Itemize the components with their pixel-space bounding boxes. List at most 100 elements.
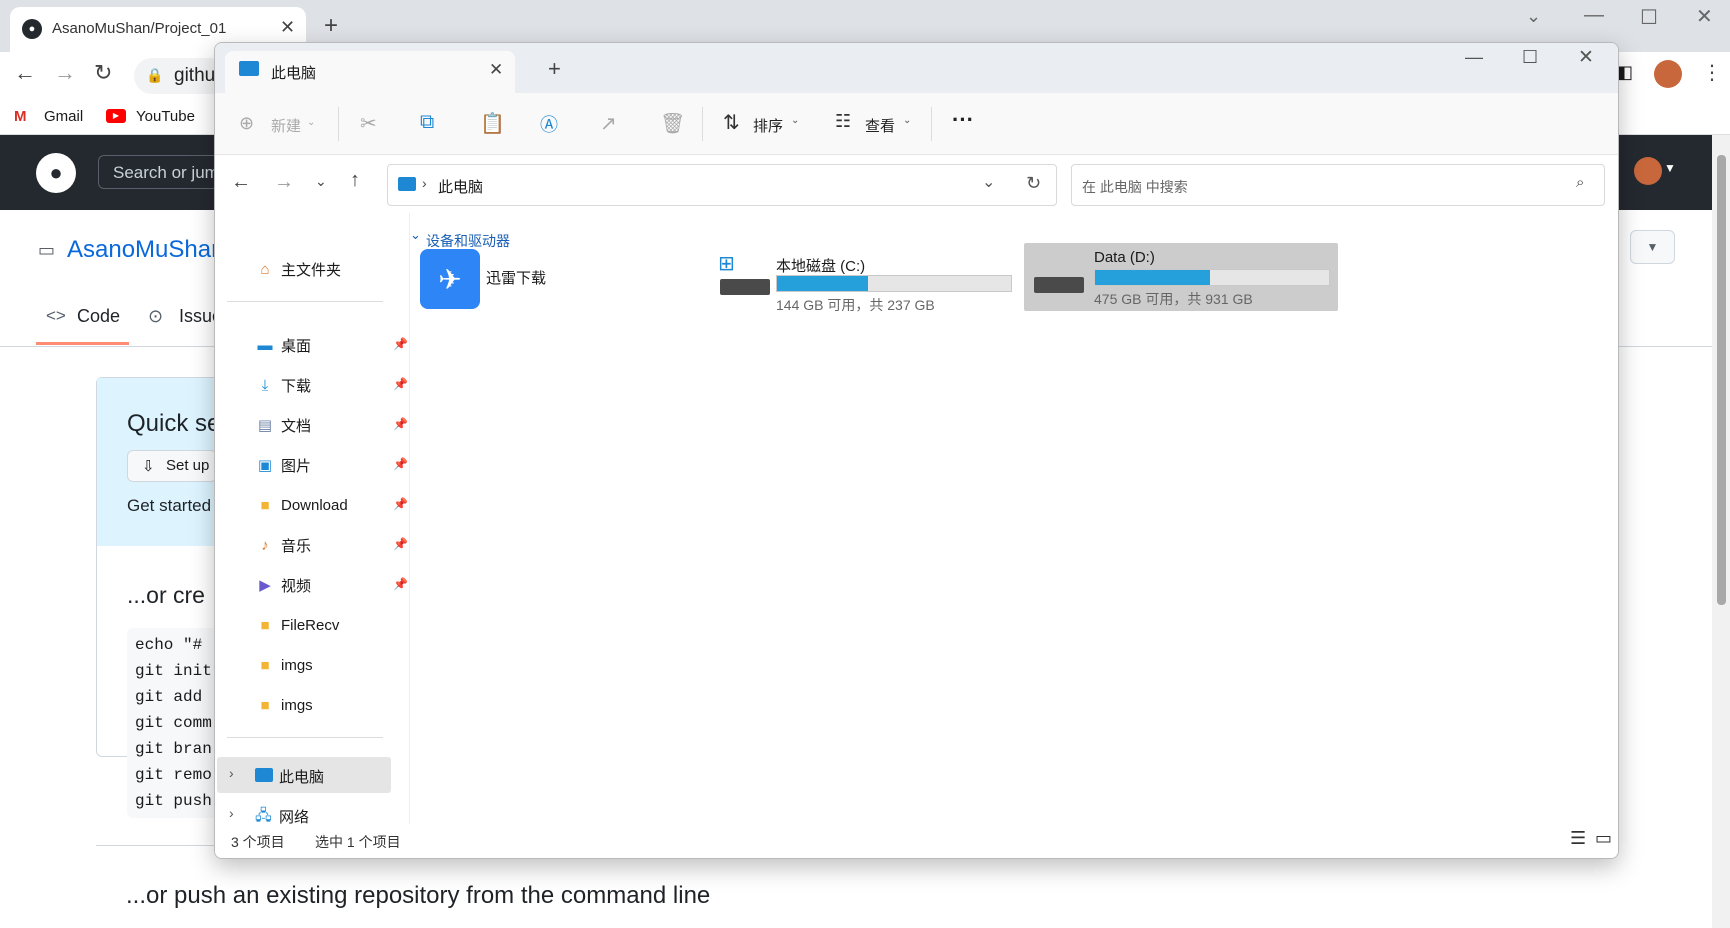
cut-icon[interactable]: ✂ <box>360 111 377 136</box>
music-icon: ♪ <box>261 536 269 554</box>
nav-item-filerecv[interactable]: ■ FileRecv <box>255 607 339 643</box>
forward-icon[interactable]: → <box>274 171 294 194</box>
search-input[interactable]: 在 此电脑 中搜索 ⌕ <box>1071 164 1605 206</box>
up-icon[interactable]: ↑ <box>350 169 360 192</box>
delete-icon[interactable]: 🗑 <box>660 111 685 136</box>
reload-icon[interactable]: ↻ <box>94 60 112 86</box>
bookmark-gmail[interactable]: Gmail <box>44 108 83 125</box>
nav-item-music[interactable]: ♪ 音乐 <box>255 527 311 563</box>
repo-icon: ▭ <box>38 240 56 260</box>
pin-icon[interactable]: 📌 <box>393 537 408 551</box>
pictures-icon: ▣ <box>257 457 273 474</box>
address-dropdown-icon[interactable]: ⌄ <box>982 172 995 192</box>
scrollbar-thumb[interactable] <box>1717 155 1726 605</box>
pin-icon[interactable]: 📌 <box>393 577 408 591</box>
issue-icon: ⊙ <box>148 306 164 326</box>
maximize-icon[interactable]: ☐ <box>1640 5 1658 30</box>
content-area: ⌄ 设备和驱动器 ✈ 迅雷下载 ⊞ 本地磁盘 (C:) 144 GB 可用，共 … <box>410 213 1618 823</box>
refresh-icon[interactable]: ↻ <box>1026 173 1041 194</box>
nav-item-desktop[interactable]: ▬ 桌面 <box>255 327 312 363</box>
drive-d-usage-bar <box>1094 269 1330 286</box>
nav-item-download-folder[interactable]: ■ Download <box>255 487 347 523</box>
folder-icon: ■ <box>260 496 270 514</box>
nav-item-this-pc-selected[interactable]: › 此电脑 <box>217 757 391 793</box>
tiles-view-icon[interactable]: ▭ <box>1595 828 1612 849</box>
repo-dropdown-button[interactable]: ▼ <box>1630 230 1675 264</box>
setup-desktop-button[interactable]: ⇩ Set up <box>127 450 217 482</box>
back-icon[interactable]: ← <box>14 60 36 86</box>
close-window-icon[interactable]: ✕ <box>1696 4 1713 29</box>
recent-locations-icon[interactable]: ⌄ <box>315 173 327 190</box>
minimize-icon[interactable]: — <box>1465 47 1483 68</box>
tab-code-underline <box>36 342 129 345</box>
nav-item-imgs[interactable]: ■ imgs <box>255 647 312 683</box>
details-view-icon[interactable]: ☰ <box>1570 828 1586 849</box>
drive-d-selected[interactable]: Data (D:) 475 GB 可用，共 931 GB <box>1024 243 1338 311</box>
new-tab-icon[interactable]: + <box>324 12 338 40</box>
nav-item-pictures[interactable]: ▣ 图片 <box>255 447 311 483</box>
github-search-input[interactable]: Search or jum <box>98 155 228 189</box>
address-bar[interactable]: › 此电脑 ⌄ ↻ <box>387 164 1057 206</box>
tab-search-icon[interactable]: ⌄ <box>1526 6 1541 27</box>
nav-item-imgs[interactable]: ■ imgs <box>255 687 312 723</box>
nav-item-videos[interactable]: ▶ 视频 <box>255 567 311 603</box>
code-icon: <> <box>46 306 66 325</box>
folder-icon: ■ <box>260 616 270 634</box>
quick-setup-title: Quick se <box>127 410 221 437</box>
menu-icon[interactable]: ⋮ <box>1702 60 1722 85</box>
pin-icon[interactable]: 📌 <box>393 457 408 471</box>
user-avatar[interactable] <box>1634 157 1662 185</box>
collapse-group-icon[interactable]: ⌄ <box>410 227 421 243</box>
search-icon[interactable]: ⌕ <box>1576 174 1584 191</box>
rename-icon[interactable]: Ⓐ <box>540 111 558 137</box>
copy-icon[interactable]: ⧉ <box>420 111 434 134</box>
drive-name: Data (D:) <box>1094 249 1155 266</box>
pin-icon[interactable]: 📌 <box>393 377 408 391</box>
drive-c[interactable]: ⊞ 本地磁盘 (C:) 144 GB 可用，共 237 GB <box>710 249 1012 315</box>
more-options-icon[interactable]: ··· <box>952 107 974 133</box>
tab-code[interactable]: Code <box>77 306 120 327</box>
explorer-tab-title: 此电脑 <box>271 65 317 82</box>
close-tab-icon[interactable]: ✕ <box>280 17 295 38</box>
setup-label: Set up <box>166 457 210 474</box>
home-icon: ⌂ <box>260 260 270 278</box>
pin-icon[interactable]: 📌 <box>393 417 408 431</box>
group-header[interactable]: 设备和驱动器 <box>426 231 510 251</box>
back-icon[interactable]: ← <box>231 171 251 194</box>
new-button-label[interactable]: 新建 <box>271 115 301 136</box>
bookmark-youtube[interactable]: YouTube <box>136 108 195 125</box>
view-button-label[interactable]: 查看 <box>865 115 895 136</box>
breadcrumb-this-pc[interactable]: 此电脑 <box>438 176 483 197</box>
paste-icon[interactable]: 📋 <box>480 111 505 136</box>
maximize-icon[interactable]: ☐ <box>1522 47 1538 68</box>
github-logo-icon[interactable]: ● <box>36 153 76 193</box>
profile-avatar[interactable] <box>1654 60 1682 88</box>
selection-count: 选中 1 个项目 <box>315 834 401 850</box>
new-tab-icon[interactable]: + <box>548 56 561 82</box>
xunlei-app-icon: ✈ <box>420 249 480 309</box>
drive-name: 本地磁盘 (C:) <box>776 258 866 275</box>
item-count: 3 个项目 <box>231 834 285 850</box>
address-area: ← → ⌄ ↑ › 此电脑 ⌄ ↻ 在 此电脑 中搜索 ⌕ <box>215 155 1618 213</box>
sort-button-label[interactable]: 排序 <box>753 115 783 136</box>
divider <box>931 107 932 141</box>
expand-chevron-icon[interactable]: › <box>229 805 234 821</box>
explorer-tab[interactable]: 此电脑 ✕ <box>225 51 515 93</box>
share-icon[interactable]: ↗ <box>600 111 617 136</box>
nav-item-home[interactable]: ⌂ 主文件夹 <box>255 251 341 287</box>
expand-chevron-icon[interactable]: › <box>229 765 234 781</box>
video-icon: ▶ <box>259 577 271 594</box>
nav-item-documents[interactable]: ▤ 文档 <box>255 407 311 443</box>
create-heading: ...or cre <box>127 582 205 608</box>
nav-item-label: 视频 <box>281 577 312 595</box>
repo-name-link[interactable]: AsanoMuShan <box>67 236 224 264</box>
chevron-down-icon[interactable]: ▼ <box>1664 161 1676 175</box>
pin-icon[interactable]: 📌 <box>393 497 408 511</box>
close-window-icon[interactable]: ✕ <box>1578 46 1594 69</box>
item-xunlei[interactable]: ✈ 迅雷下载 <box>420 249 700 313</box>
pin-icon[interactable]: 📌 <box>393 337 408 351</box>
minimize-icon[interactable]: — <box>1584 4 1604 27</box>
nav-item-downloads[interactable]: ⤓ 下载 <box>255 367 311 403</box>
forward-icon[interactable]: → <box>54 60 76 86</box>
close-tab-icon[interactable]: ✕ <box>489 60 503 80</box>
